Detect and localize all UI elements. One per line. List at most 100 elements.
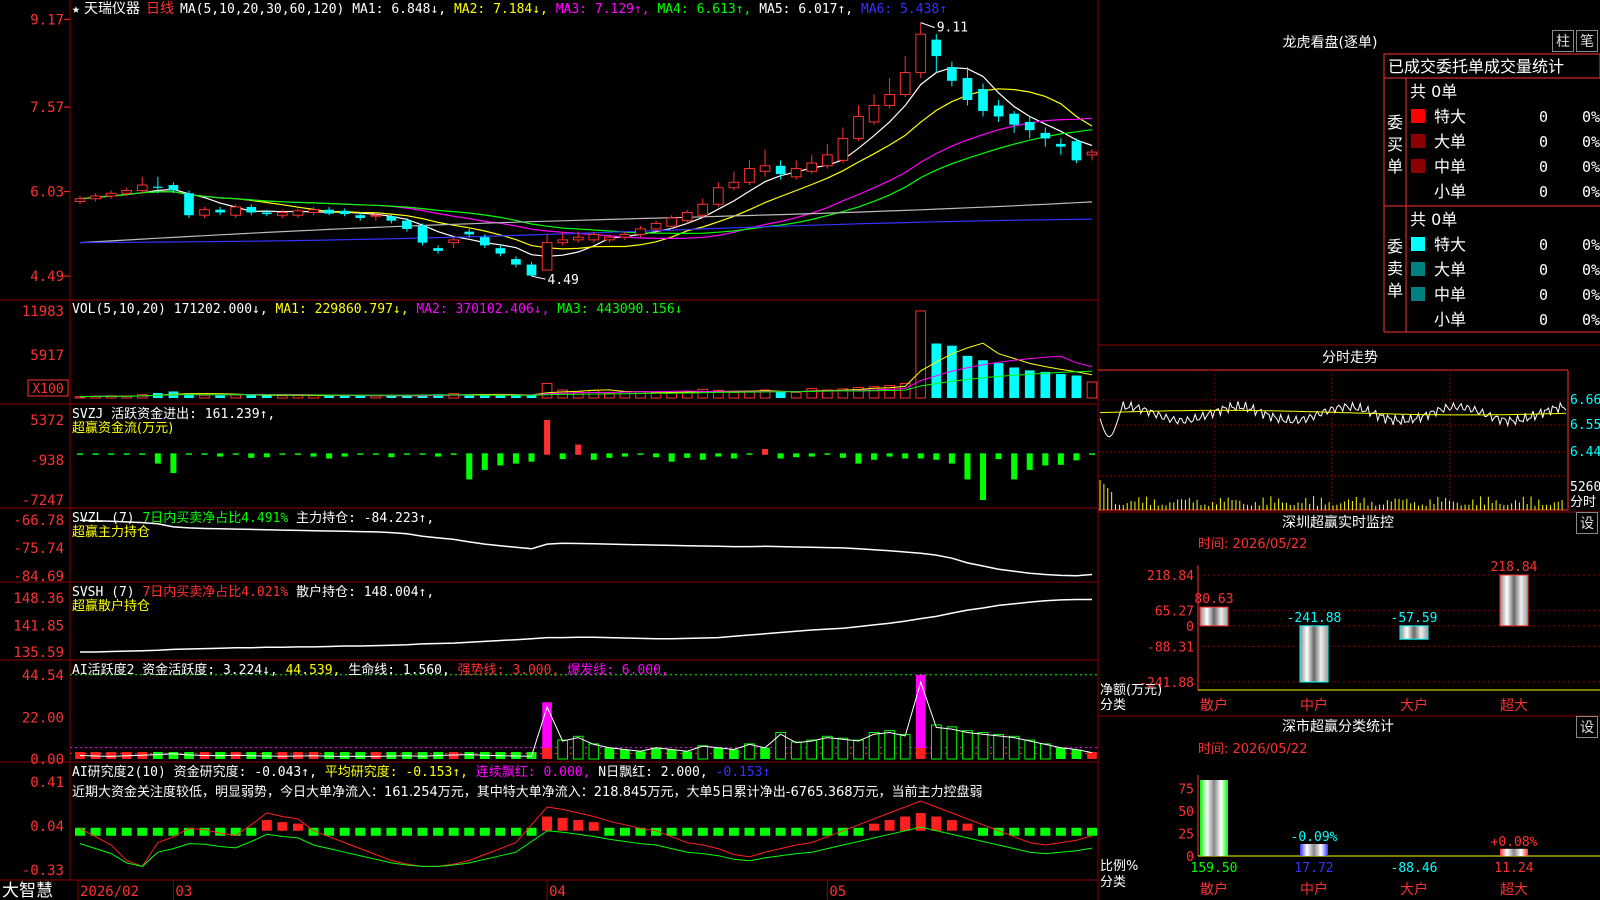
sz-monitor-bar (1199, 606, 1229, 627)
ai-legend: AI活跃度2 资金活跃度: 3.224↓, 44.539, 生命线: 1.560… (72, 662, 669, 678)
svzj-y-tick: 5372 (30, 413, 64, 429)
ai2-green-bar (448, 827, 459, 836)
ai-activity-bar (339, 752, 350, 759)
sz-classify-category: 中户 (1300, 881, 1328, 898)
ai2-green-bar (1009, 827, 1020, 836)
svzj-flow-bar (839, 454, 846, 458)
sz-classify-value: 17.72 (1294, 861, 1333, 876)
intraday-y-tick: 6.66 (1570, 393, 1600, 408)
sz-classify-y-tick: 50 (1178, 805, 1194, 820)
ai2-green-bar (1024, 827, 1035, 836)
sz-classify-category: 散户 (1200, 881, 1228, 898)
buy-order-row-pct: 0% (1582, 133, 1600, 151)
volume-bar-down (526, 395, 537, 398)
column-view-button[interactable]: 柱 (1552, 30, 1574, 52)
volume-bar-down (775, 391, 786, 398)
svsh-holding-line (80, 598, 1092, 653)
candle-down (215, 209, 225, 213)
ai2-red-bar (900, 816, 911, 831)
sell-order-row-count: 0 (1539, 261, 1548, 279)
ai-activity-base (542, 748, 552, 759)
candle-down (417, 226, 428, 243)
ai-activity-bar-hollow (977, 732, 989, 760)
ai-activity-bar (666, 749, 677, 759)
volume-bar-up (666, 392, 677, 399)
ai-y-tick: 44.54 (22, 668, 64, 684)
ai2-green-bar (604, 827, 615, 836)
candle-up (370, 214, 382, 217)
ai2-green-bar (433, 827, 444, 836)
svzj-flow-bar (762, 448, 769, 455)
sz-classify-value: 159.50 (1191, 861, 1238, 876)
ai2-green-bar (1087, 827, 1097, 836)
ai2-green-bar (401, 827, 412, 836)
ai-legend-item: 44.539, (278, 663, 341, 678)
sz-monitor-value: 218.84 (1491, 560, 1538, 575)
sz-monitor-bar (1299, 625, 1329, 683)
svzj-flow-bar (310, 454, 317, 457)
sz-monitor-value: -241.88 (1287, 611, 1342, 626)
candle-up (744, 168, 755, 183)
ai-activity-bar (682, 751, 693, 759)
ai-activity-bar-hollow (557, 739, 568, 760)
candle-down (495, 248, 506, 254)
candle-up (681, 211, 693, 222)
candle-up (837, 137, 849, 161)
ai2-green-bar (510, 827, 521, 836)
volume-bar-up (199, 394, 210, 399)
ai2-green-bar (324, 827, 335, 836)
svzj-flow-bar (481, 454, 488, 470)
ma-line-1 (79, 66, 1093, 257)
sz-classify-category: 大户 (1400, 881, 1428, 898)
svzj-y-tick: -7247 (22, 493, 64, 509)
candle-up (604, 236, 615, 241)
ai-activity-bar-hollow (1008, 735, 1020, 760)
buy-order-row-label: 特大 (1434, 107, 1466, 126)
volume-bar-down (246, 395, 257, 398)
svzj-flow-bar (466, 454, 473, 480)
favorite-star-icon: ★ (72, 2, 80, 17)
ai-activity-bar-hollow (1024, 739, 1036, 760)
svzj-flow-bar (1057, 454, 1064, 465)
volume-bar-down (1056, 374, 1066, 398)
vol-legend-item: VOL(5,10,20) (72, 302, 166, 317)
candle-up (74, 198, 86, 202)
svzj-flow-bar (964, 454, 971, 480)
ma-legend-item: MA(5,10,20,30,60,120) (180, 2, 344, 17)
ai2-red-bar (292, 823, 303, 831)
svzj-legend-item: 活跃资金进出: 161.239↑, (103, 406, 275, 422)
candle-down (355, 215, 366, 218)
ai2-red-bar (946, 820, 957, 831)
volume-bar-up (635, 391, 646, 399)
buy-order-row-count: 0 (1539, 108, 1548, 126)
sz-monitor-settings-button[interactable]: 设 (1576, 512, 1598, 534)
ai2-green-bar (137, 827, 148, 836)
svsh-y-tick: 141.85 (13, 619, 64, 635)
candle-up (728, 181, 740, 189)
svzj-flow-bar (326, 454, 333, 459)
sz-monitor-category: 超大 (1500, 698, 1528, 714)
sz-classify-settings-button[interactable]: 设 (1576, 716, 1598, 738)
svzj-flow-bar (933, 454, 940, 460)
ai2-green-bar (978, 827, 989, 836)
candle-up (868, 104, 880, 123)
svzl-legend-item: 主力持仓: -84.223↑, (288, 511, 434, 526)
candle-up (90, 195, 101, 200)
ai-activity-bar (1071, 749, 1082, 759)
ai-activity-bar-hollow (946, 726, 958, 760)
ai-activity-bar-hollow (588, 743, 600, 760)
ma-legend-item: MA5: 6.017↑, (751, 2, 853, 17)
svzj-flow-bar (808, 454, 815, 457)
sz-monitor-y-tick: 65.27 (1155, 605, 1194, 620)
brand-label: 大智慧 (2, 881, 53, 900)
intraday-y-tick: 6.55 (1570, 418, 1600, 433)
svzj-flow-bar (948, 454, 955, 464)
tick-view-button[interactable]: 笔 (1576, 30, 1598, 52)
intraday-title: 分时走势 (1322, 350, 1378, 366)
volume-bar-up (370, 395, 382, 399)
vol-unit-label: X100 (32, 382, 63, 397)
ai2-green-bar (246, 827, 257, 836)
sz-monitor-y-tick: -88.31 (1147, 640, 1194, 655)
sell-order-row-count: 0 (1539, 311, 1548, 329)
ai2-red-bar (931, 816, 942, 831)
